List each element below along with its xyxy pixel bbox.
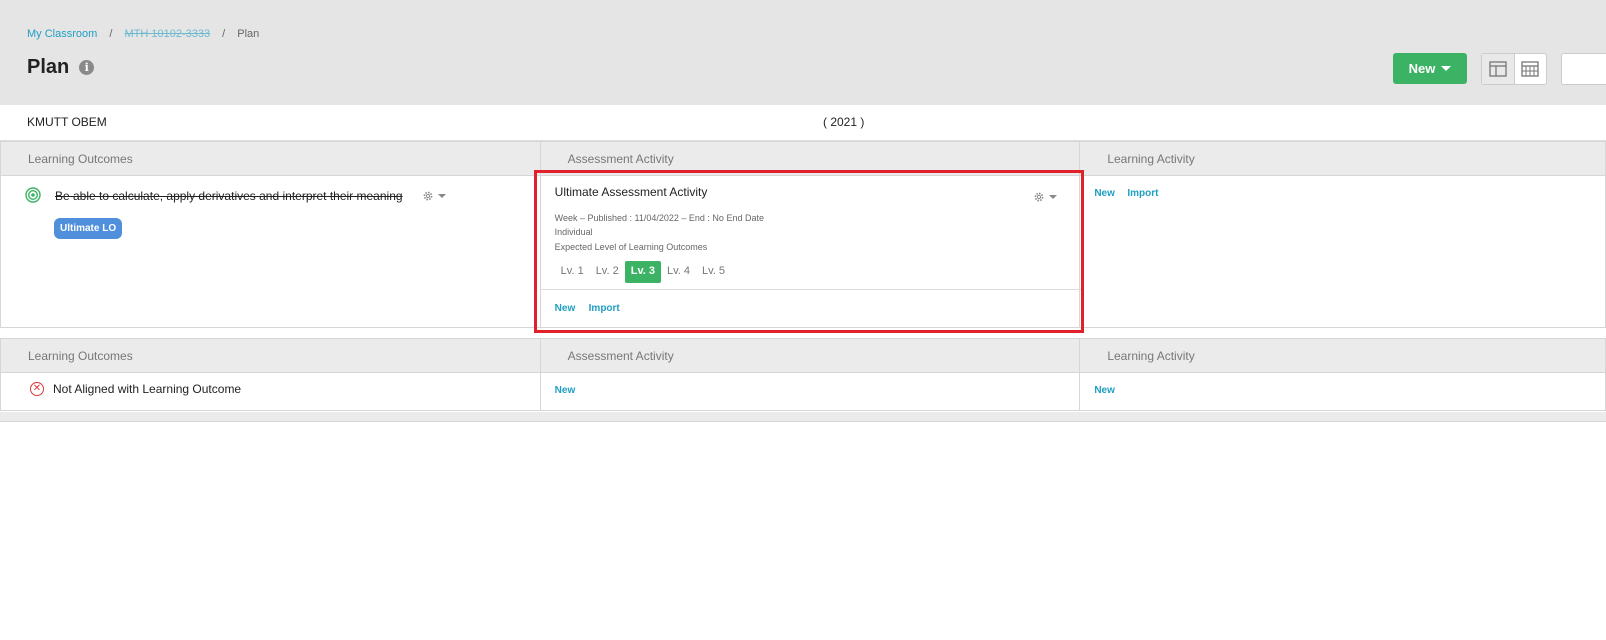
level-selector: Lv. 1 Lv. 2 Lv. 3 Lv. 4 Lv. 5 bbox=[555, 261, 731, 283]
program-name: KMUTT OBEM bbox=[27, 115, 107, 129]
plan-info-row: KMUTT OBEM ( 2021 ) bbox=[0, 105, 1606, 141]
new-button[interactable]: New bbox=[1393, 53, 1467, 84]
new-button-label: New bbox=[1408, 61, 1436, 76]
page-header: My Classroom / MTH 10102-3333 / Plan Pla… bbox=[0, 0, 1606, 105]
table-header: Learning Outcomes Assessment Activity Le… bbox=[1, 339, 1606, 373]
learning-outcome-text[interactable]: Be able to calculate, apply derivatives … bbox=[55, 189, 403, 203]
level-option[interactable]: Lv. 5 bbox=[696, 261, 731, 283]
chevron-down-icon bbox=[1048, 195, 1057, 199]
table-footer bbox=[0, 412, 1606, 422]
table-view-icon bbox=[1489, 61, 1507, 77]
view-toggle bbox=[1481, 53, 1547, 85]
expected-level-label: Expected Level of Learning Outcomes bbox=[554, 242, 708, 252]
assessment-new-link[interactable]: New bbox=[555, 303, 576, 314]
table-view-button[interactable] bbox=[1482, 54, 1515, 84]
table-header: Learning Outcomes Assessment Activity Le… bbox=[1, 142, 1606, 176]
assessment-schedule: Week – Published : 11/04/2022 – End : No… bbox=[554, 213, 764, 223]
learning-activity-new-link[interactable]: New bbox=[1094, 385, 1115, 396]
assessment-activity-cell: Ultimate Assessment Activity Week – Publ… bbox=[540, 176, 1081, 327]
calendar-view-icon bbox=[1521, 61, 1539, 77]
header-learning-outcomes: Learning Outcomes bbox=[1, 339, 541, 372]
breadcrumb-separator: / bbox=[109, 28, 113, 40]
target-icon bbox=[25, 187, 41, 203]
learning-activity-import-link[interactable]: Import bbox=[1127, 188, 1158, 199]
info-icon[interactable]: i bbox=[79, 60, 95, 75]
learning-activity-cell: New Import bbox=[1080, 176, 1606, 327]
header-learning-activity: Learning Activity bbox=[1080, 339, 1606, 372]
header-learning-activity: Learning Activity bbox=[1080, 142, 1606, 175]
lo-settings-menu[interactable] bbox=[422, 190, 446, 202]
close-circle-icon: ✕ bbox=[30, 382, 44, 396]
page-title-text: Plan bbox=[27, 56, 70, 78]
breadcrumb-course[interactable]: MTH 10102-3333 bbox=[124, 28, 210, 40]
page-title: Plan i bbox=[27, 56, 95, 79]
learning-activity-new-link[interactable]: New bbox=[1094, 188, 1115, 199]
learning-outcome-cell: ✕ Not Aligned with Learning Outcome bbox=[1, 373, 541, 410]
unaligned-table: Learning Outcomes Assessment Activity Le… bbox=[0, 338, 1606, 411]
header-assessment-activity: Assessment Activity bbox=[541, 142, 1081, 175]
ultimate-lo-badge: Ultimate LO bbox=[54, 218, 123, 239]
level-option[interactable]: Lv. 2 bbox=[590, 261, 625, 283]
chevron-down-icon bbox=[438, 194, 446, 198]
level-option-selected[interactable]: Lv. 3 bbox=[624, 261, 661, 283]
assessment-new-link[interactable]: New bbox=[555, 385, 576, 396]
divider bbox=[540, 289, 1081, 290]
assessment-activity-cell: New bbox=[541, 373, 1081, 410]
alignment-table: Learning Outcomes Assessment Activity Le… bbox=[0, 141, 1606, 328]
assessment-type: Individual bbox=[554, 227, 593, 237]
plan-year: ( 2021 ) bbox=[823, 115, 865, 129]
assessment-import-link[interactable]: Import bbox=[589, 303, 620, 314]
assessment-activity-card: Ultimate Assessment Activity Week – Publ… bbox=[540, 176, 1081, 326]
level-option[interactable]: Lv. 1 bbox=[555, 261, 590, 283]
learning-activity-cell: New bbox=[1080, 373, 1606, 410]
gear-icon bbox=[423, 191, 433, 201]
breadcrumb-current: Plan bbox=[237, 28, 260, 40]
breadcrumb-my-classroom[interactable]: My Classroom bbox=[27, 28, 97, 40]
chevron-down-icon bbox=[1441, 66, 1452, 71]
gear-icon bbox=[1034, 192, 1044, 202]
calendar-view-button[interactable] bbox=[1515, 54, 1547, 84]
assessment-settings-menu[interactable] bbox=[1033, 191, 1057, 203]
not-aligned-text: Not Aligned with Learning Outcome bbox=[53, 382, 242, 396]
level-option[interactable]: Lv. 4 bbox=[661, 261, 696, 283]
header-learning-outcomes: Learning Outcomes bbox=[1, 142, 541, 175]
breadcrumb: My Classroom / MTH 10102-3333 / Plan bbox=[27, 28, 259, 40]
more-options-button[interactable] bbox=[1561, 53, 1606, 85]
breadcrumb-separator: / bbox=[222, 28, 226, 40]
header-assessment-activity: Assessment Activity bbox=[541, 339, 1081, 372]
table-row: ✕ Not Aligned with Learning Outcome New … bbox=[1, 373, 1606, 411]
learning-outcome-cell: Be able to calculate, apply derivatives … bbox=[1, 176, 541, 327]
assessment-title[interactable]: Ultimate Assessment Activity bbox=[555, 185, 708, 199]
table-row: Be able to calculate, apply derivatives … bbox=[1, 176, 1606, 328]
